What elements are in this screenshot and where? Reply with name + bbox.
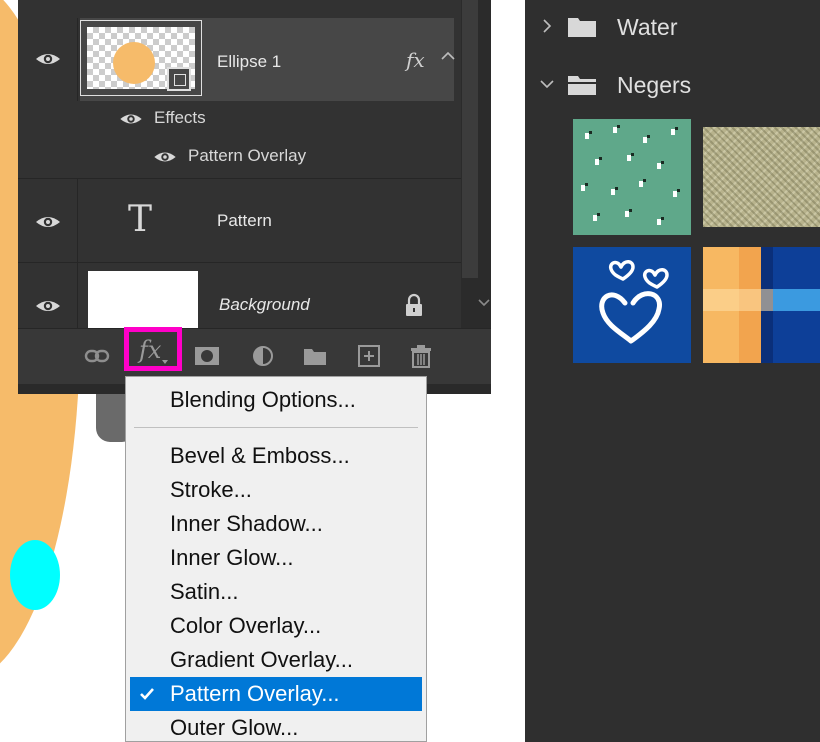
pattern-swatch-green-dots[interactable]: [573, 119, 691, 235]
green-dots-pattern: [581, 125, 680, 225]
menu-item-gradient-overlay[interactable]: Gradient Overlay...: [130, 643, 422, 677]
fx-icon: fx: [139, 336, 162, 364]
folder-row-negers[interactable]: Negers: [525, 60, 820, 110]
visibility-column: [18, 263, 78, 329]
chevron-right-icon[interactable]: [539, 18, 555, 34]
new-layer-icon[interactable]: [356, 343, 382, 369]
dropdown-arrow-icon: [162, 360, 168, 364]
layer-row-background[interactable]: Background: [18, 262, 461, 329]
layer-thumbnail[interactable]: [88, 271, 198, 329]
effect-item-pattern-overlay[interactable]: Pattern Overlay: [188, 146, 306, 166]
eye-icon[interactable]: [34, 50, 62, 68]
collapse-effects-icon[interactable]: [438, 46, 458, 66]
menu-item-bevel-emboss[interactable]: Bevel & Emboss...: [130, 439, 422, 473]
layers-panel: Ellipse 1 fx Effects Pattern Overlay T P…: [18, 0, 491, 394]
folder-row-water[interactable]: Water: [525, 2, 820, 52]
effects-label[interactable]: Effects: [154, 108, 206, 128]
eye-icon[interactable]: [34, 297, 62, 315]
menu-item-satin[interactable]: Satin...: [130, 575, 422, 609]
pattern-swatch-burlap[interactable]: [703, 127, 820, 227]
checkmark-icon: [140, 688, 154, 700]
patterns-panel: Water Negers: [525, 0, 820, 742]
canvas-cyan-shape: [10, 540, 60, 610]
menu-item-outer-glow[interactable]: Outer Glow...: [130, 711, 422, 741]
plaid-pattern: [703, 247, 820, 363]
layer-name[interactable]: Background: [219, 295, 310, 315]
link-icon[interactable]: [84, 343, 110, 369]
folder-icon: [568, 18, 596, 37]
menu-item-pattern-overlay[interactable]: Pattern Overlay...: [130, 677, 422, 711]
blue-hearts-pattern: [599, 260, 669, 344]
layer-name[interactable]: Pattern: [217, 211, 272, 231]
menu-item-blending-options[interactable]: Blending Options...: [130, 383, 422, 417]
chevron-down-icon[interactable]: [539, 76, 555, 92]
layer-name[interactable]: Ellipse 1: [217, 52, 281, 72]
eye-icon[interactable]: [152, 149, 178, 165]
fx-badge-icon[interactable]: fx: [406, 48, 425, 72]
pattern-swatch-blue-hearts[interactable]: [573, 247, 691, 363]
text-layer-icon: T: [128, 199, 153, 240]
layer-row-pattern[interactable]: T Pattern: [18, 178, 461, 262]
mask-icon[interactable]: [194, 343, 220, 369]
folder-label[interactable]: Water: [617, 14, 678, 41]
trash-icon[interactable]: [408, 343, 434, 369]
folder-icon[interactable]: [302, 343, 328, 369]
menu-item-inner-shadow[interactable]: Inner Shadow...: [130, 507, 422, 541]
menu-separator: [134, 427, 418, 428]
lock-icon[interactable]: [404, 293, 424, 317]
pattern-swatch-plaid[interactable]: [703, 247, 820, 363]
layer-style-menu: Blending Options... Bevel & Emboss... St…: [125, 376, 427, 742]
adjustment-icon[interactable]: [250, 343, 276, 369]
layer-row-ellipse[interactable]: Ellipse 1 fx: [18, 18, 461, 101]
menu-item-color-overlay[interactable]: Color Overlay...: [130, 609, 422, 643]
visibility-column: [18, 179, 78, 262]
menu-item-inner-glow[interactable]: Inner Glow...: [130, 541, 422, 575]
eye-icon[interactable]: [34, 213, 62, 231]
eye-icon[interactable]: [118, 111, 144, 127]
visibility-column: [18, 18, 78, 101]
add-layer-style-button[interactable]: fx: [124, 327, 182, 371]
scroll-down-icon[interactable]: [476, 296, 491, 310]
folder-label[interactable]: Negers: [617, 72, 691, 99]
layer-thumbnail[interactable]: [80, 20, 202, 96]
layer-effects-list: Effects Pattern Overlay: [80, 104, 460, 174]
vector-mask-icon: [167, 67, 191, 91]
workspace-gap: [491, 0, 525, 742]
folder-open-icon: [568, 76, 596, 95]
ellipse-preview: [113, 42, 155, 84]
menu-item-stroke[interactable]: Stroke...: [130, 473, 422, 507]
menu-item-label: Pattern Overlay...: [170, 681, 340, 706]
scrollbar-thumb[interactable]: [462, 0, 478, 278]
